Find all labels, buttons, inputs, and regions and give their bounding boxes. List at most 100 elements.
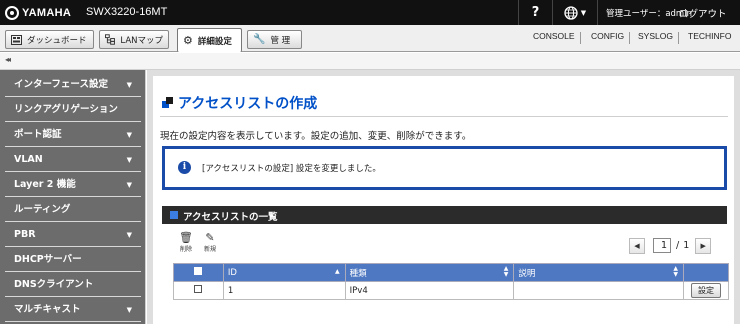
brand-name: YAMAHA	[22, 6, 72, 19]
info-notice: i [アクセスリストの設定] 設定を変更しました。	[162, 146, 727, 190]
page-description: 現在の設定内容を表示しています。設定の追加、変更、削除ができます。	[160, 131, 472, 142]
row-select-cell[interactable]	[173, 281, 224, 300]
delete-button[interactable]: 🗑 削除	[177, 231, 195, 253]
new-entry-icon: ✎	[205, 231, 215, 244]
new-button[interactable]: ✎ 新規	[201, 231, 219, 253]
trash-icon: 🗑	[179, 231, 193, 244]
tab-advanced-settings[interactable]: ⚙ 詳細設定	[177, 28, 242, 52]
syslog-link[interactable]: SYSLOG	[638, 31, 673, 41]
globe-icon	[564, 5, 578, 20]
sidebar-item-label: Layer 2 機能	[14, 179, 76, 190]
main-panel: アクセスリストの作成 現在の設定内容を表示しています。設定の追加、変更、削除がで…	[153, 76, 734, 324]
cell-id: 1	[222, 281, 346, 300]
gear-icon: ⚙	[183, 34, 193, 47]
sidebar-item-label: PBR	[14, 229, 36, 240]
sidebar-item-dhcp-server[interactable]: DHCPサーバー	[5, 248, 141, 272]
chevron-down-icon: ▼	[126, 131, 132, 139]
yamaha-logo: YAMAHA	[5, 5, 71, 20]
sidebar-item-label: インターフェース設定	[14, 79, 108, 90]
sidebar-item-multicast[interactable]: マルチキャスト ▼	[5, 298, 141, 322]
chevron-down-icon: ▼	[126, 181, 132, 189]
table-header-row: ID ▲ 種類 ▲ ▼ 説明 ▲ ▼	[173, 263, 729, 282]
info-icon: i	[178, 161, 191, 174]
tab-management-label: 管 理	[270, 35, 291, 46]
console-link[interactable]: CONSOLE	[533, 31, 575, 41]
total-pages: 1	[683, 240, 690, 251]
wrench-icon: 🔧	[253, 34, 266, 45]
select-all-header[interactable]	[173, 263, 224, 282]
tab-dashboard[interactable]: ダッシュボード	[5, 30, 94, 49]
sidebar-collapse-bar: ◂◂	[0, 53, 740, 70]
tab-dashboard-label: ダッシュボード	[27, 35, 87, 46]
sidebar-item-interface-settings[interactable]: インターフェース設定 ▼	[5, 73, 141, 97]
title-divider	[160, 116, 728, 117]
language-selector[interactable]: ▼	[552, 0, 598, 25]
tab-lan-map-label: LANマップ	[120, 35, 163, 46]
section-marker-icon	[170, 211, 178, 219]
chevron-down-icon: ▼	[580, 8, 587, 17]
cell-type: IPv4	[344, 281, 515, 300]
techinfo-link[interactable]: TECHINFO	[688, 31, 731, 41]
sort-asc-icon: ▲	[335, 268, 340, 275]
dashboard-icon	[11, 34, 22, 45]
sidebar-item-dns-client[interactable]: DNSクライアント	[5, 273, 141, 297]
chevron-down-icon: ▼	[126, 306, 132, 314]
device-model: SWX3220-16MT	[86, 6, 168, 18]
sidebar-item-vlan[interactable]: VLAN ▼	[5, 148, 141, 172]
row-action-cell: 設定	[683, 281, 729, 300]
sidebar-item-label: リンクアグリゲーション	[14, 104, 118, 115]
notice-message: [アクセスリストの設定] 設定を変更しました。	[202, 164, 381, 174]
sidebar-item-layer2[interactable]: Layer 2 機能 ▼	[5, 173, 141, 197]
row-settings-button[interactable]: 設定	[691, 283, 721, 298]
table-row: 1 IPv4 設定	[173, 281, 729, 300]
next-page-button[interactable]: ▶	[695, 237, 712, 254]
column-header-id[interactable]: ID ▲	[222, 263, 346, 282]
section-header: アクセスリストの一覧	[162, 206, 727, 224]
page-title: アクセスリストの作成	[178, 96, 318, 112]
cell-description	[513, 281, 685, 300]
page-number-input[interactable]: 1	[653, 238, 671, 253]
main-tab-bar: ダッシュボード LANマップ ⚙ 詳細設定 🔧 管 理 CONSOLE CONF…	[0, 25, 740, 52]
page-separator: /	[676, 240, 680, 251]
nav-divider	[629, 32, 630, 44]
sidebar-item-port-authentication[interactable]: ポート認証 ▼	[5, 123, 141, 147]
sort-icon: ▲ ▼	[673, 265, 679, 278]
sort-icon: ▲ ▼	[503, 265, 509, 278]
help-button[interactable]: ?	[518, 0, 552, 25]
sidebar-item-label: VLAN	[14, 154, 43, 165]
tab-management[interactable]: 🔧 管 理	[247, 30, 302, 49]
section-title: アクセスリストの一覧	[183, 212, 278, 223]
title-marker-icon	[162, 97, 173, 108]
sidebar-item-label: DHCPサーバー	[14, 254, 82, 265]
network-map-icon	[105, 34, 115, 45]
access-list-table: ID ▲ 種類 ▲ ▼ 説明 ▲ ▼ 1 IPv4 設定	[173, 263, 729, 300]
column-header-type[interactable]: 種類 ▲ ▼	[344, 263, 515, 282]
sidebar-item-pbr[interactable]: PBR ▼	[5, 223, 141, 247]
sidebar-item-routing[interactable]: ルーティング	[5, 198, 141, 222]
sidebar: インターフェース設定 ▼ リンクアグリゲーション ポート認証 ▼ VLAN ▼ Lay…	[0, 70, 146, 324]
sidebar-item-link-aggregation[interactable]: リンクアグリゲーション	[5, 98, 141, 122]
sidebar-item-label: ポート認証	[14, 129, 62, 140]
select-all-checkbox[interactable]	[194, 267, 203, 275]
nav-divider	[580, 32, 581, 44]
column-header-description[interactable]: 説明 ▲ ▼	[513, 263, 685, 282]
tab-lan-map[interactable]: LANマップ	[99, 30, 169, 49]
chevron-down-icon: ▼	[126, 156, 132, 164]
logout-link[interactable]: ログアウト	[679, 6, 727, 20]
sidebar-item-label: ルーティング	[14, 204, 71, 215]
row-checkbox[interactable]	[194, 285, 203, 293]
yamaha-emblem-icon	[5, 5, 19, 20]
prev-page-button[interactable]: ◀	[629, 237, 645, 254]
chevron-down-icon: ▼	[126, 231, 132, 239]
collapse-sidebar-icon[interactable]: ◂◂	[5, 55, 11, 64]
tab-advanced-settings-label: 詳細設定	[197, 36, 232, 47]
column-header-action	[683, 263, 729, 282]
config-link[interactable]: CONFIG	[591, 31, 624, 41]
pagination: ◀ 1 / 1 ▶	[629, 237, 712, 254]
sidebar-item-label: マルチキャスト	[14, 304, 81, 315]
top-bar: YAMAHA SWX3220-16MT ? ▼ 管理ユーザー：admin ログア…	[0, 0, 740, 25]
sidebar-item-label: DNSクライアント	[14, 279, 94, 290]
new-label: 新規	[203, 246, 216, 253]
nav-divider	[678, 32, 679, 44]
chevron-down-icon: ▼	[126, 81, 132, 89]
